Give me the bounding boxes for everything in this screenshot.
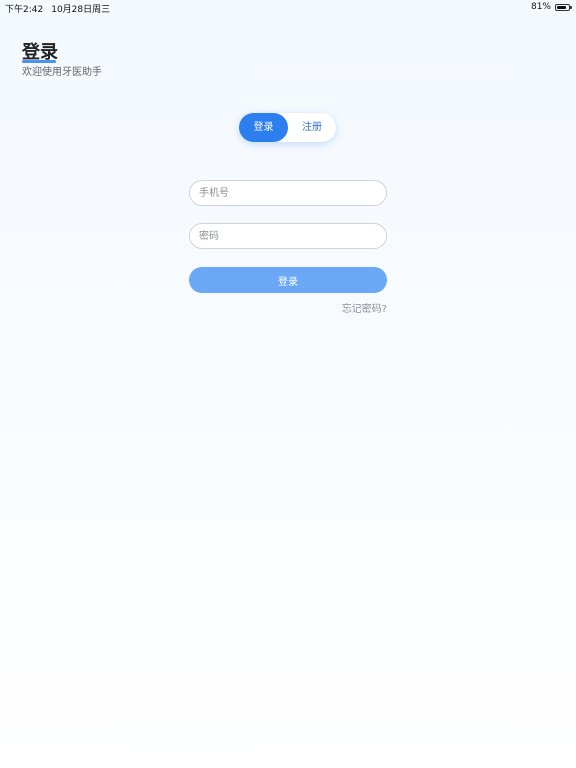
status-left: 下午2:42 10月28日周三 <box>5 2 110 15</box>
status-bar: 下午2:42 10月28日周三 81% <box>0 0 576 16</box>
status-date: 10月28日周三 <box>51 5 111 15</box>
phone-input[interactable] <box>189 180 387 206</box>
page-subtitle: 欢迎使用牙医助手 <box>22 67 102 78</box>
tab-register[interactable]: 注册 <box>288 113 336 142</box>
forgot-password-link[interactable]: 忘记密码? <box>342 300 387 315</box>
battery-percent: 81% <box>530 2 551 12</box>
login-register-switch: 登录 注册 <box>239 113 336 142</box>
battery-tip <box>570 6 572 9</box>
password-input[interactable] <box>189 223 387 249</box>
tab-login[interactable]: 登录 <box>239 113 288 142</box>
battery-fill <box>557 5 566 9</box>
login-submit-button[interactable]: 登录 <box>189 267 387 293</box>
status-right: 81% <box>530 2 572 12</box>
title-underline <box>22 60 56 63</box>
battery-icon <box>555 3 572 11</box>
status-time: 下午2:42 <box>5 5 44 15</box>
